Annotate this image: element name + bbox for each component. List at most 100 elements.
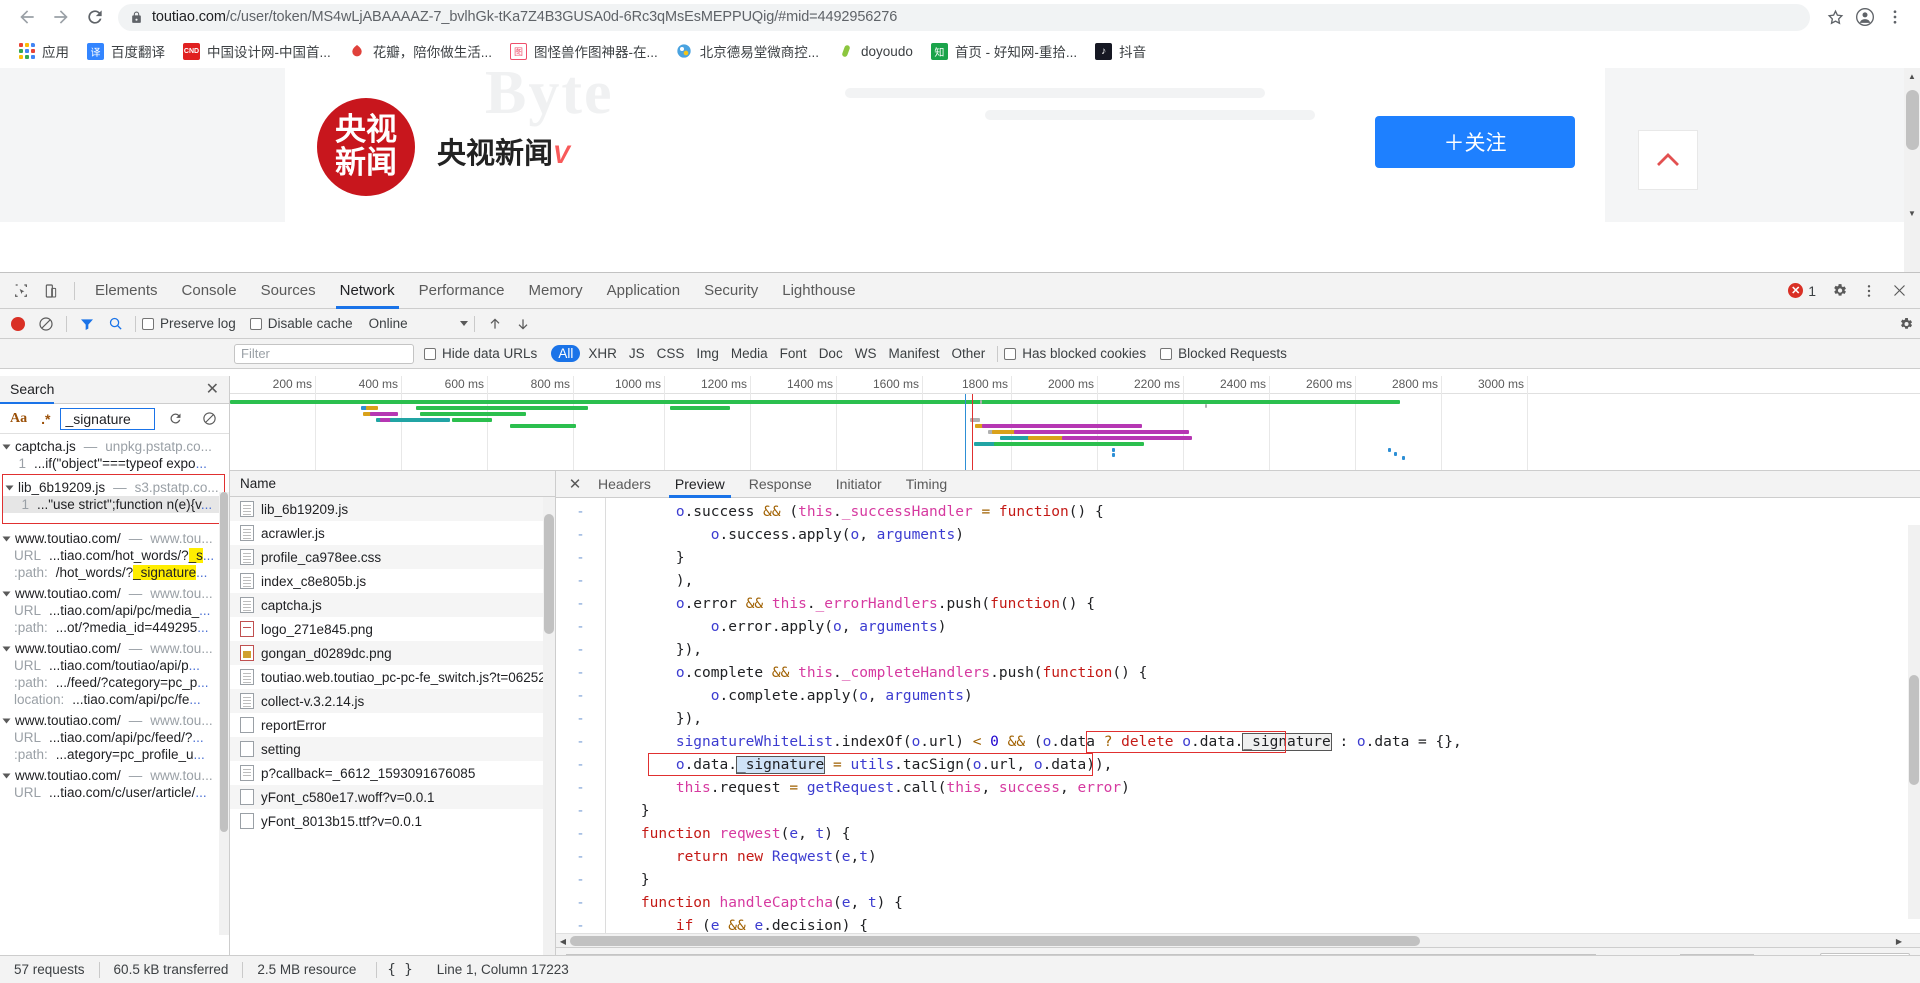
chevron-down-icon[interactable] xyxy=(2,773,11,778)
tab-console[interactable]: Console xyxy=(170,273,249,309)
search-icon[interactable] xyxy=(101,310,129,338)
search-result-line[interactable]: URL ...tiao.com/api/pc/feed/?... xyxy=(0,729,229,746)
search-result-line[interactable]: URL ...tiao.com/api/pc/media_... xyxy=(0,602,229,619)
funnel-icon[interactable] xyxy=(73,310,101,338)
tab-security[interactable]: Security xyxy=(692,273,770,309)
disable-cache-checkbox[interactable]: Disable cache xyxy=(249,316,353,331)
table-row[interactable]: index_c8e805b.js xyxy=(230,569,555,593)
hide-data-urls-checkbox[interactable]: Hide data URLs xyxy=(424,346,537,361)
chevron-down-icon[interactable] xyxy=(2,536,11,541)
table-row[interactable]: acrawler.js xyxy=(230,521,555,545)
bookmark-cnd[interactable]: CND 中国设计网-中国首... xyxy=(175,38,339,64)
request-list-header[interactable]: Name xyxy=(230,471,555,497)
bookmark-haozhi[interactable]: 知 首页 - 好知网-重拾... xyxy=(923,38,1085,64)
refresh-icon[interactable] xyxy=(161,405,189,433)
scroll-down-arrow-icon[interactable]: ▼ xyxy=(1904,205,1920,222)
page-scrollbar-thumb[interactable] xyxy=(1906,90,1919,150)
tab-lighthouse[interactable]: Lighthouse xyxy=(770,273,867,309)
inspect-element-icon[interactable] xyxy=(6,276,36,306)
code-scrollbar-thumb[interactable] xyxy=(1909,675,1919,785)
import-har-icon[interactable] xyxy=(481,310,509,338)
toggle-device-toolbar-icon[interactable] xyxy=(36,276,66,306)
kebab-menu-icon[interactable] xyxy=(1854,276,1884,306)
close-devtools-icon[interactable] xyxy=(1884,276,1914,306)
search-result-line[interactable]: URL ...tiao.com/toutiao/api/p... xyxy=(0,657,229,674)
search-result-group[interactable]: www.toutiao.com/ — www.tou... URL ...tia… xyxy=(0,763,229,801)
filter-type-css[interactable]: CSS xyxy=(651,346,691,361)
chevron-down-icon[interactable] xyxy=(2,718,11,723)
filter-type-manifest[interactable]: Manifest xyxy=(882,346,945,361)
reload-icon[interactable] xyxy=(78,0,112,34)
filter-type-font[interactable]: Font xyxy=(774,346,813,361)
search-result-file[interactable]: www.toutiao.com/ — www.tou... xyxy=(0,767,229,784)
bookmark-baidu-fanyi[interactable]: 译 百度翻译 xyxy=(79,38,173,64)
tab-elements[interactable]: Elements xyxy=(83,273,170,309)
search-result-file[interactable]: captcha.js — unpkg.pstatp.co... xyxy=(0,438,229,455)
filter-type-media[interactable]: Media xyxy=(725,346,774,361)
bookmark-apps[interactable]: 应用 xyxy=(10,38,77,64)
request-list-scrollbar-thumb[interactable] xyxy=(544,514,554,634)
tab-sources[interactable]: Sources xyxy=(249,273,328,309)
search-result-file[interactable]: www.toutiao.com/ — www.tou... xyxy=(0,585,229,602)
gear-icon[interactable] xyxy=(1824,276,1854,306)
search-result-line[interactable]: location: ...tiao.com/api/pc/fe... xyxy=(0,691,229,708)
export-har-icon[interactable] xyxy=(509,310,537,338)
search-result-line[interactable]: URL ...tiao.com/hot_words/?_s... xyxy=(0,547,229,564)
code-lines[interactable]: o.success && (this._successHandler = fun… xyxy=(606,498,1920,933)
tab-headers[interactable]: Headers xyxy=(586,471,663,498)
search-result-group-highlighted[interactable]: lib_6b19209.js — s3.pstatp.co... 1 ..."u… xyxy=(2,474,225,524)
bookmark-doyoudo[interactable]: doyoudo xyxy=(829,38,921,64)
search-result-line[interactable]: URL ...tiao.com/c/user/article/... xyxy=(0,784,229,801)
clear-button[interactable] xyxy=(32,310,60,338)
tab-initiator[interactable]: Initiator xyxy=(824,471,894,498)
search-results-scrollbar[interactable] xyxy=(219,492,229,935)
window-scrollbar[interactable] xyxy=(1904,222,1920,272)
preserve-log-checkbox[interactable]: Preserve log xyxy=(142,316,236,331)
table-row[interactable]: toutiao.web.toutiao_pc-pc-fe_switch.js?t… xyxy=(230,665,555,689)
search-result-line[interactable]: :path: ...ot/?media_id=449295... xyxy=(0,619,229,636)
throttling-select[interactable]: Online xyxy=(369,316,468,331)
close-icon[interactable]: ✕ xyxy=(206,381,229,398)
search-tab[interactable]: Search xyxy=(0,376,55,404)
table-row[interactable]: setting xyxy=(230,737,555,761)
table-row[interactable]: yFont_c580e17.woff?v=0.0.1 xyxy=(230,785,555,809)
record-button[interactable] xyxy=(4,310,32,338)
error-count-badge[interactable]: ✕ 1 xyxy=(1788,283,1816,299)
search-result-group[interactable]: www.toutiao.com/ — www.tou... URL ...tia… xyxy=(0,636,229,708)
network-overview-timeline[interactable]: 200 ms 400 ms 600 ms 800 ms 1000 ms 1200… xyxy=(230,376,1920,471)
scroll-up-arrow-icon[interactable]: ▲ xyxy=(1904,68,1920,85)
has-blocked-cookies-checkbox[interactable]: Has blocked cookies xyxy=(1004,346,1146,361)
filter-type-xhr[interactable]: XHR xyxy=(582,346,623,361)
table-row[interactable]: profile_ca978ee.css xyxy=(230,545,555,569)
filter-type-doc[interactable]: Doc xyxy=(813,346,849,361)
chrome-menu-icon[interactable] xyxy=(1880,2,1910,32)
close-icon[interactable]: ✕ xyxy=(564,475,586,493)
follow-button[interactable]: ＋关注 xyxy=(1375,116,1575,168)
tab-preview[interactable]: Preview xyxy=(663,471,737,498)
bookmark-star-icon[interactable] xyxy=(1820,2,1850,32)
bookmark-huaban[interactable]: 花瓣，陪你做生活... xyxy=(341,38,500,64)
table-row[interactable]: gongan_d0289dc.png xyxy=(230,641,555,665)
filter-type-img[interactable]: Img xyxy=(690,346,725,361)
blocked-requests-checkbox[interactable]: Blocked Requests xyxy=(1160,346,1287,361)
table-row[interactable]: reportError xyxy=(230,713,555,737)
code-scrollbar-horizontal[interactable]: ◀ ▶ xyxy=(556,933,1920,947)
search-result-line[interactable]: :path: ...ategory=pc_profile_u... xyxy=(0,746,229,763)
table-row[interactable]: collect-v.3.2.14.js xyxy=(230,689,555,713)
bookmark-tuguaishou[interactable]: 图 图怪兽作图神器-在... xyxy=(502,38,666,64)
filter-type-all[interactable]: All xyxy=(551,345,581,362)
code-viewer[interactable]: - - - - - - - - - - - - - - - - - - - o.… xyxy=(556,498,1920,933)
request-list[interactable]: Name lib_6b19209.js acrawler.js profile_… xyxy=(230,471,556,983)
search-results-scrollbar-thumb[interactable] xyxy=(220,492,228,832)
back-arrow-icon[interactable] xyxy=(10,0,44,34)
pretty-print-button[interactable]: { } xyxy=(377,962,422,978)
tab-timing[interactable]: Timing xyxy=(894,471,960,498)
search-result-file[interactable]: lib_6b19209.js — s3.pstatp.co... xyxy=(3,479,224,496)
scroll-right-arrow-icon[interactable]: ▶ xyxy=(1892,934,1906,948)
search-result-line-selected[interactable]: 1 ..."use strict";function n(e){v... xyxy=(3,496,224,513)
address-bar[interactable]: toutiao.com/c/user/token/MS4wLjABAAAAZ-7… xyxy=(118,3,1810,31)
back-to-top-button[interactable] xyxy=(1638,130,1698,190)
match-case-button[interactable]: Aa xyxy=(6,411,31,427)
filter-type-other[interactable]: Other xyxy=(945,346,991,361)
code-hscrollbar-thumb[interactable] xyxy=(570,936,1420,946)
